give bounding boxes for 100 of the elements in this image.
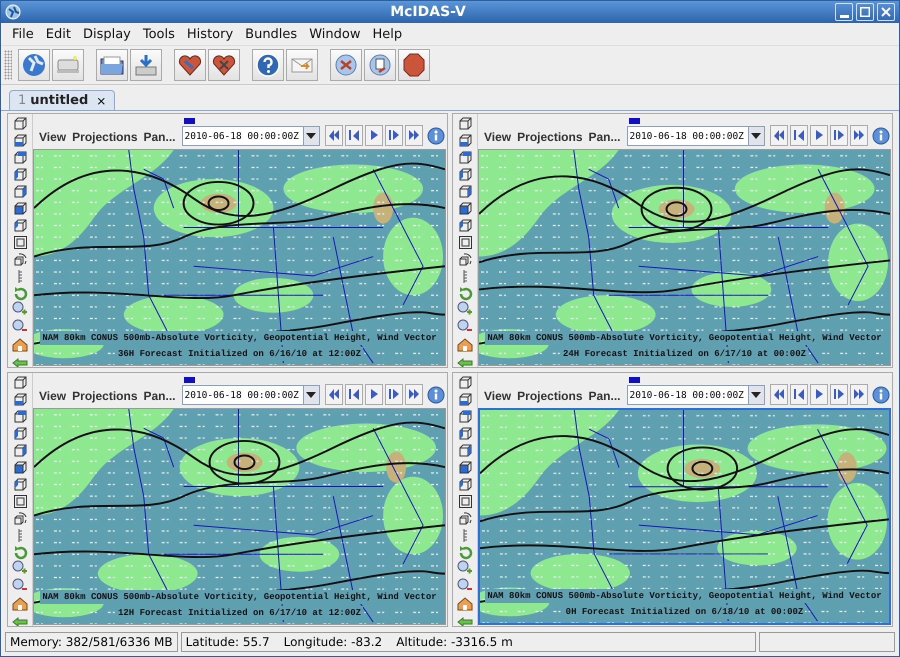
heart-button[interactable] (174, 49, 206, 81)
cube-icon[interactable] (12, 460, 28, 475)
refresh-icon[interactable] (12, 286, 28, 301)
maximize-button[interactable] (856, 3, 874, 21)
cube-icon[interactable] (12, 409, 28, 424)
panel-menu[interactable]: Pan... (142, 389, 178, 405)
skip-back-button[interactable] (324, 384, 343, 405)
back-arrow-icon[interactable] (457, 614, 473, 626)
cube-icon[interactable] (12, 184, 28, 199)
step-back-button[interactable] (790, 384, 808, 405)
panel-menu[interactable]: Projections (515, 389, 584, 405)
menu-item[interactable]: File (6, 24, 40, 44)
panel-menu[interactable]: View (482, 389, 514, 405)
home-icon[interactable] (457, 596, 473, 612)
cube-icon[interactable] (458, 426, 472, 441)
step-back-button[interactable] (790, 125, 808, 146)
panel-menu[interactable]: Projections (70, 389, 140, 405)
square-icon[interactable] (458, 494, 472, 509)
cube-icon[interactable] (12, 116, 28, 131)
menu-item[interactable]: Window (303, 24, 366, 44)
cube-icon[interactable] (458, 150, 472, 165)
home-icon[interactable] (12, 596, 28, 612)
skip-forward-button[interactable] (404, 125, 423, 146)
time-dropdown[interactable]: 2010-06-18 00:00:00Z (626, 385, 765, 405)
cube-icon[interactable] (458, 375, 472, 390)
cube-icon[interactable] (458, 392, 472, 407)
heart-button[interactable] (208, 49, 240, 81)
square-icon[interactable] (12, 494, 28, 509)
zoom-in-icon[interactable] (12, 560, 28, 576)
envelope-button[interactable] (286, 49, 318, 81)
step-back-button[interactable] (344, 125, 363, 146)
display-panel[interactable]: View Projections Pan... 2010-06-18 00:00:00Z NAM 80km CONUS 500mb-Absolute Vorticity, Geopotential Height, Wind Vector 24H Forecast Initialized on 6/17/10 at 00:00Z (452, 113, 893, 368)
info-icon[interactable] (872, 386, 890, 404)
cube-icon[interactable] (458, 184, 472, 199)
cube-icon[interactable] (458, 201, 472, 216)
folder-button[interactable] (96, 49, 128, 81)
menu-item[interactable]: Bundles (239, 24, 304, 44)
document-tab[interactable]: 1 untitled × (9, 90, 116, 110)
display-panel[interactable]: View Projections Pan... 2010-06-18 00:00:00Z NAM 80km CONUS 500mb-Absolute Vorticity, Geopotential Height, Wind Vector 36H Forecast Initialized on 6/16/10 at 12:00Z (7, 113, 448, 368)
monitor-button[interactable] (52, 49, 84, 81)
refresh-icon[interactable] (458, 545, 472, 560)
help-button[interactable] (252, 49, 284, 81)
cube-icon[interactable] (458, 133, 472, 148)
display-panel[interactable]: View Projections Pan... 2010-06-18 00:00:00Z NAM 80km CONUS 500mb-Absolute Vorticity, Geopotential Height, Wind Vector 12H Forecast Initialized on 6/17/10 at 12:00Z (7, 372, 448, 627)
menu-item[interactable]: History (180, 24, 240, 44)
cube-icon[interactable] (12, 443, 28, 458)
cube-icon[interactable] (458, 443, 472, 458)
tab-close-button[interactable]: × (96, 94, 106, 108)
cube-icon[interactable] (12, 426, 28, 441)
skip-back-button[interactable] (770, 384, 788, 405)
rotate-cube-icon[interactable] (12, 252, 28, 267)
play-button[interactable] (364, 384, 383, 405)
cube-icon[interactable] (458, 460, 472, 475)
globe-document-button[interactable] (364, 49, 396, 81)
home-icon[interactable] (457, 337, 473, 353)
step-back-button[interactable] (344, 384, 363, 405)
cube-icon[interactable] (12, 201, 28, 216)
rotate-cube-icon[interactable] (458, 252, 472, 267)
rotate-cube-icon[interactable] (458, 511, 472, 526)
info-icon[interactable] (872, 127, 890, 145)
cube-icon[interactable] (12, 133, 28, 148)
step-forward-button[interactable] (384, 125, 403, 146)
refresh-icon[interactable] (458, 286, 472, 301)
step-forward-button[interactable] (830, 125, 848, 146)
menu-item[interactable]: Help (366, 24, 408, 44)
zoom-in-icon[interactable] (457, 560, 473, 576)
rotate-cube-icon[interactable] (12, 511, 28, 526)
panel-menu[interactable]: View (482, 130, 514, 146)
play-button[interactable] (810, 384, 828, 405)
back-arrow-icon[interactable] (457, 355, 473, 367)
cube-icon[interactable] (458, 116, 472, 131)
stop-button[interactable] (398, 49, 430, 81)
panel-menu[interactable]: View (37, 389, 68, 405)
skip-forward-button[interactable] (850, 125, 868, 146)
zoom-in-icon[interactable] (12, 301, 28, 317)
info-icon[interactable] (426, 386, 445, 404)
globe-tools-button[interactable] (330, 49, 362, 81)
step-forward-button[interactable] (384, 384, 403, 405)
cube-icon[interactable] (12, 150, 28, 165)
menu-item[interactable]: Display (76, 24, 137, 44)
skip-forward-button[interactable] (850, 384, 868, 405)
cube-icon[interactable] (458, 167, 472, 182)
cube-icon[interactable] (12, 477, 28, 492)
cube-icon[interactable] (12, 375, 28, 390)
cube-icon[interactable] (458, 477, 472, 492)
panel-menu[interactable]: Pan... (586, 130, 623, 146)
time-dropdown[interactable]: 2010-06-18 00:00:00Z (182, 385, 320, 405)
globe-button[interactable] (18, 49, 50, 81)
panel-menu[interactable]: Projections (70, 130, 140, 146)
panel-menu[interactable]: View (37, 130, 68, 146)
menu-item[interactable]: Tools (136, 24, 181, 44)
cube-icon[interactable] (12, 218, 28, 233)
skip-forward-button[interactable] (404, 384, 423, 405)
download-button[interactable] (130, 49, 162, 81)
home-icon[interactable] (12, 337, 28, 353)
display-panel[interactable]: View Projections Pan... 2010-06-18 00:00:00Z NAM 80km CONUS 500mb-Absolute Vorticity, Geopotential Height, Wind Vector 0H Forecast Initialized on 6/18/10 at 00:00Z (452, 372, 893, 627)
back-arrow-icon[interactable] (12, 614, 28, 626)
refresh-icon[interactable] (12, 545, 28, 560)
time-dropdown[interactable]: 2010-06-18 00:00:00Z (182, 126, 320, 146)
cube-icon[interactable] (12, 392, 28, 407)
